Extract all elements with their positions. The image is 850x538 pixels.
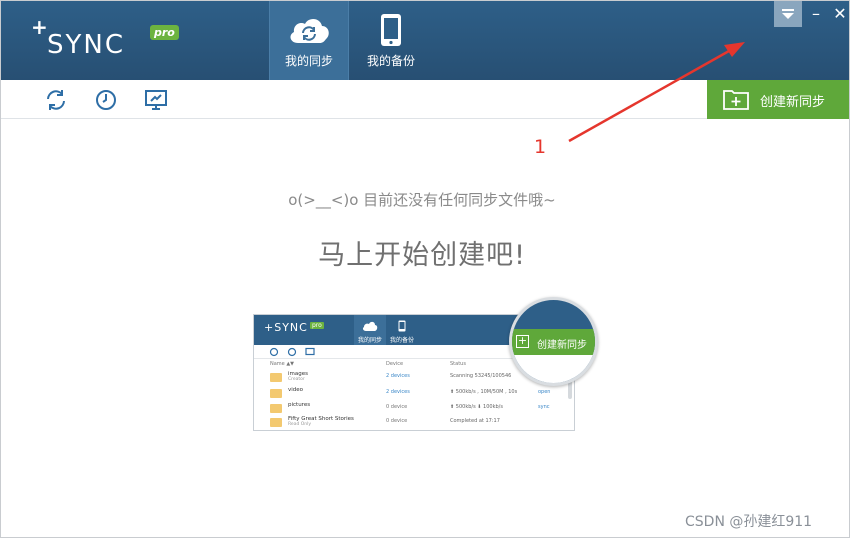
app-window: + SYNC pro 我的同步 我的备份 – ✕ 创建新同步 o(>__<)o … — [0, 0, 850, 538]
watermark: CSDN @孙建红911 — [685, 514, 813, 530]
annotation-number: 1 — [534, 136, 547, 158]
annotation-arrow — [568, 42, 745, 143]
